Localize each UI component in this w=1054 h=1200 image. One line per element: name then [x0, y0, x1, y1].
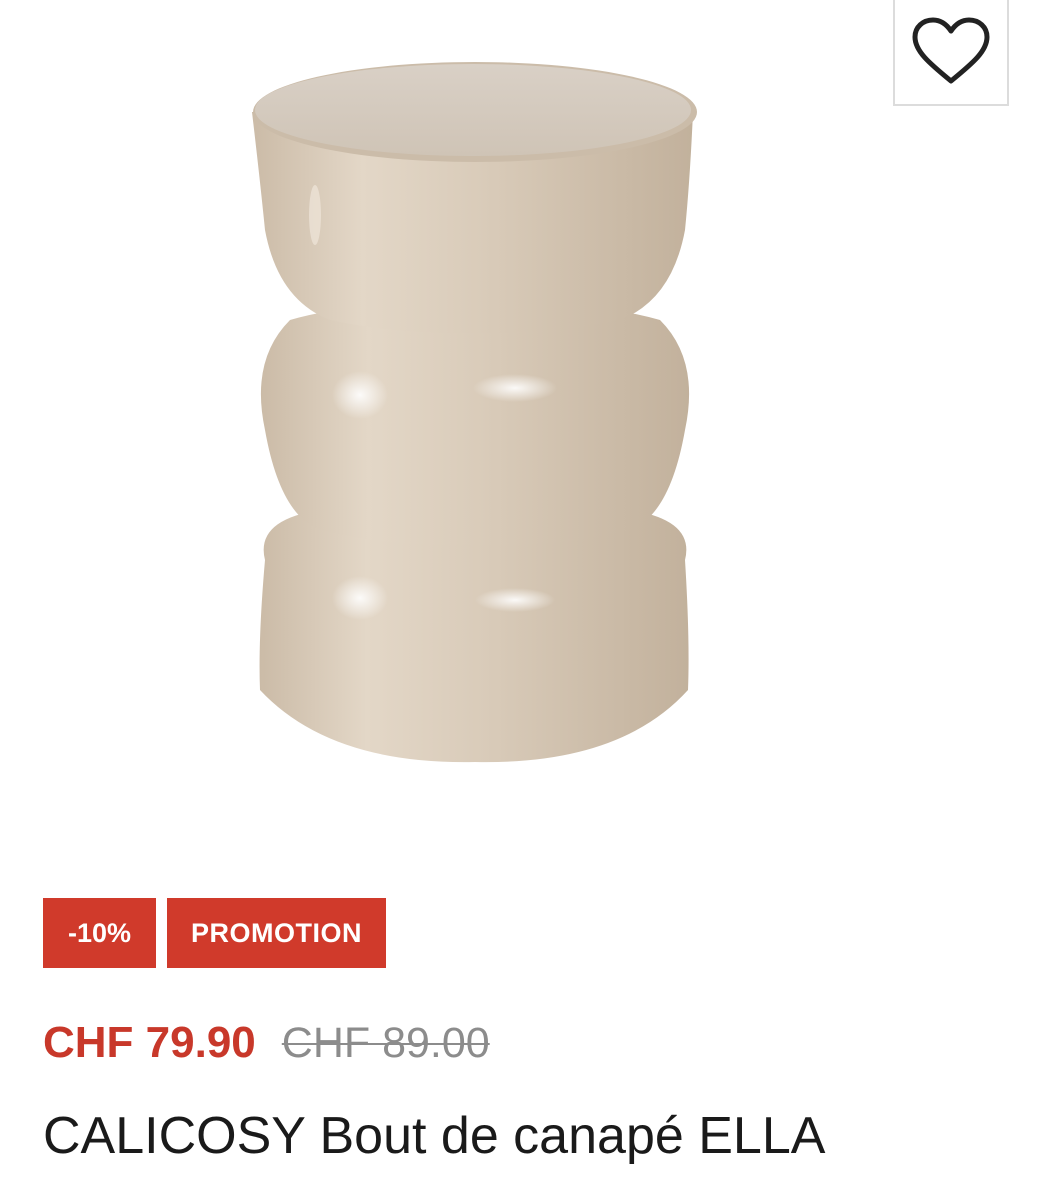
original-price: CHF 89.00	[281, 1019, 490, 1067]
product-badges: -10% PROMOTION	[43, 898, 386, 968]
product-image[interactable]	[60, 0, 940, 840]
discount-badge: -10%	[43, 898, 156, 968]
heart-icon	[912, 17, 990, 84]
product-title[interactable]: CALICOSY Bout de canapé ELLA	[43, 1106, 825, 1166]
wishlist-button[interactable]	[893, 0, 1009, 106]
price-row: CHF 79.90 CHF 89.00	[43, 1018, 490, 1068]
current-price: CHF 79.90	[43, 1018, 256, 1067]
side-table-illustration	[252, 62, 697, 763]
promotion-badge: PROMOTION	[167, 898, 386, 968]
